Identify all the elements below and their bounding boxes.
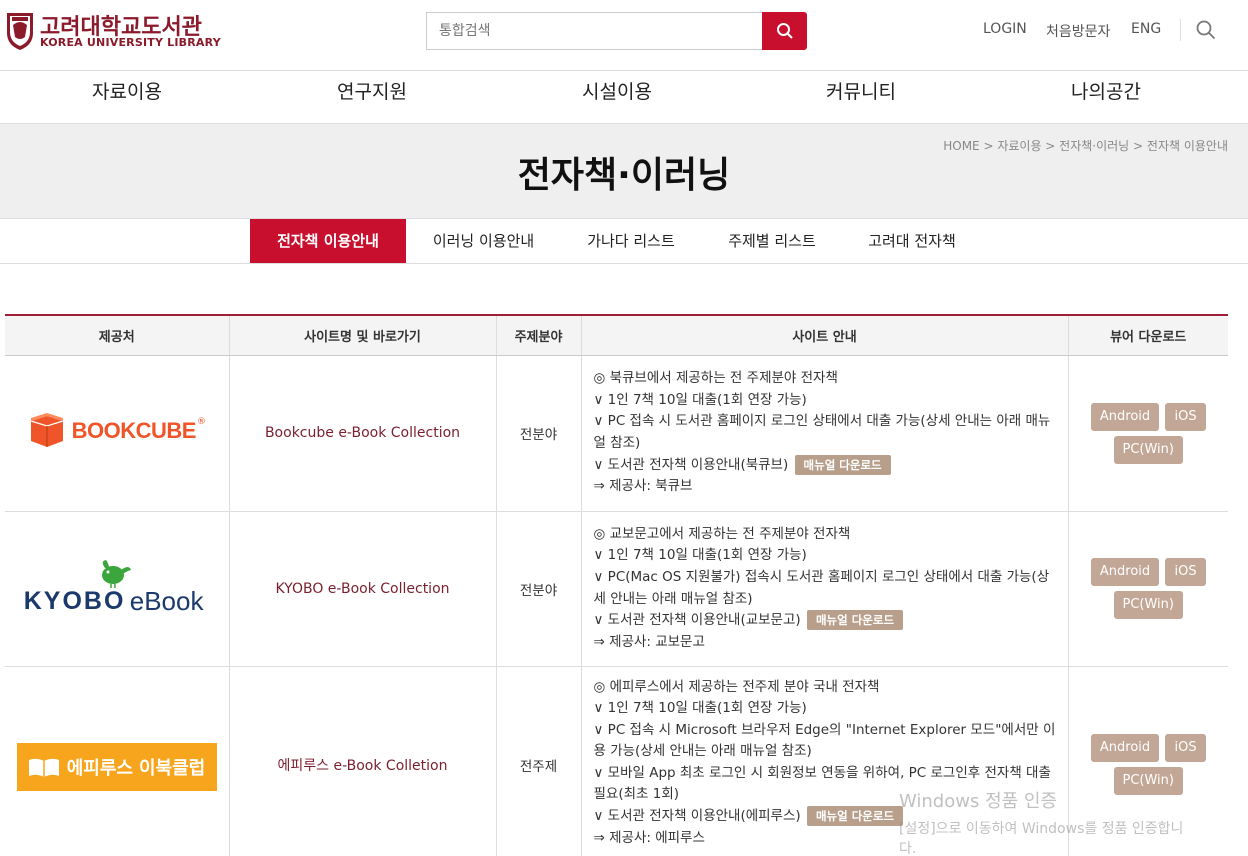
ios-download-button[interactable]: iOS [1165, 558, 1206, 586]
subject-field-text: 전주제 [519, 758, 558, 775]
login-link[interactable]: LOGIN [983, 21, 1027, 37]
site-name-link[interactable]: 에피루스 e-Book Colletion [228, 665, 497, 856]
guide-line: ◎ 교보문고에서 제공하는 전 주제분야 전자책 [593, 525, 851, 542]
open-book-icon [28, 758, 59, 777]
column-header-site-name: 사이트명 및 바로가기 [228, 315, 497, 356]
library-logo[interactable]: 고려대학교도서관 KOREA UNIVERSITY LIBRARY [4, 9, 221, 53]
guide-line-with-manual: ∨ 도서관 전자책 이용안내(교보문고) 매뉴얼 다운로드 [594, 610, 1056, 632]
nav-item-community[interactable]: 커뮤니티 [826, 71, 896, 124]
viewer-download-cell: Android iOS PC(Win) [1067, 510, 1228, 667]
table-row: BOOKCUBE ® Bookcube e-Book Collection 전분… [5, 354, 1228, 512]
kyobo-ebook-logo[interactable]: KYOBO eBook [24, 558, 210, 616]
table-row: KYOBO eBook KYOBO e-Book Collection 전분야 … [5, 510, 1228, 667]
subject-field: 전분야 [495, 354, 582, 512]
kyobo-logo-text: KYOBO [23, 586, 126, 615]
header-search-button[interactable] [1196, 20, 1216, 44]
guide-line-with-manual: ∨ 도서관 전자책 이용안내(북큐브) 매뉴얼 다운로드 [593, 454, 1056, 477]
tab-ku-ebook[interactable]: 고려대 전자책 [852, 219, 972, 263]
ios-download-button[interactable]: iOS [1165, 402, 1206, 431]
ebookclub-logo-text: 이북클럽 [139, 757, 206, 779]
manual-download-button[interactable]: 매뉴얼 다운로드 [794, 454, 891, 475]
guide-line-text: ∨ 도서관 전자책 이용안내(북큐브) [593, 456, 789, 473]
android-download-button[interactable]: Android [1090, 558, 1160, 586]
provider-logo-cell: BOOKCUBE ® [5, 354, 230, 512]
pc-windows-download-button[interactable]: PC(Win) [1113, 591, 1183, 619]
bookcube-logo[interactable]: BOOKCUBE ® [28, 413, 206, 449]
header-divider [1180, 19, 1181, 41]
site-guide: ◎ 교보문고에서 제공하는 전 주제분야 전자책 ∨ 1인 7책 10일 대출(… [580, 510, 1069, 667]
site-name-text: 에피루스 e-Book Colletion [277, 757, 448, 774]
ebook-provider-table-wrap: 제공처 사이트명 및 바로가기 주제분야 사이트 안내 뷰어 다운로드 BOOK… [5, 314, 1228, 856]
university-crest-icon [7, 13, 33, 50]
site-name-link[interactable]: KYOBO e-Book Collection [228, 510, 497, 667]
guide-line: ∨ PC 접속 시 Microsoft 브라우저 Edge의 "Internet… [593, 721, 1056, 760]
manual-download-button[interactable]: 매뉴얼 다운로드 [806, 806, 904, 827]
page-title-band: 전자책·이러닝 HOME > 자료이용 > 전자책·이러닝 > 전자책 이용안내 [0, 124, 1248, 219]
guide-line: ∨ PC 접속 시 도서관 홈페이지 로그인 상태에서 대출 가능(상세 안내는… [593, 413, 1051, 451]
guide-line: ⇒ 제공사: 북큐브 [593, 478, 693, 495]
subject-field: 전주제 [495, 665, 582, 856]
guide-line: ∨ PC(Mac OS 지원불가) 접속시 도서관 홈페이지 로그인 상태에서 … [593, 568, 1050, 607]
nav-item-research[interactable]: 연구지원 [337, 71, 407, 124]
guide-line: ∨ 1인 7책 10일 대출(1회 연장 가능) [593, 700, 807, 717]
guide-line: ∨ 1인 7책 10일 대출(1회 연장 가능) [593, 547, 807, 564]
guide-line: ⇒ 제공사: 에피루스 [593, 829, 705, 846]
table-row: 에피루스 이북클럽 에피루스 e-Book Colletion 전주제 ◎ 에피… [5, 665, 1228, 856]
kyobo-bird-icon [101, 559, 131, 588]
table-header-row: 제공처 사이트명 및 바로가기 주제분야 사이트 안내 뷰어 다운로드 [5, 315, 1228, 356]
tab-alphabetical-list[interactable]: 가나다 리스트 [570, 219, 692, 263]
column-header-provider: 제공처 [5, 315, 230, 356]
bookcube-logo-text: BOOKCUBE [71, 418, 197, 443]
ebook-logo-text: eBook [129, 585, 204, 616]
guide-line: ∨ 모바일 App 최초 로그인 시 회원정보 연동을 위하여, PC 로그인후… [593, 764, 1051, 803]
tab-subject-list[interactable]: 주제별 리스트 [712, 219, 832, 263]
first-visit-link[interactable]: 처음방문자 [1046, 21, 1110, 41]
main-navigation: 자료이용 연구지원 시설이용 커뮤니티 나의공간 [0, 71, 1248, 124]
search-icon [1196, 20, 1216, 40]
site-name-link[interactable]: Bookcube e-Book Collection [228, 354, 497, 512]
tab-elearning-guide[interactable]: 이러닝 이용안내 [417, 219, 550, 263]
pc-windows-download-button[interactable]: PC(Win) [1113, 766, 1183, 795]
nav-item-my-space[interactable]: 나의공간 [1071, 71, 1141, 124]
column-header-site-guide: 사이트 안내 [580, 315, 1069, 356]
search-icon [776, 23, 793, 39]
breadcrumb: HOME > 자료이용 > 전자책·이러닝 > 전자책 이용안내 [943, 139, 1228, 153]
logo-english-text: KOREA UNIVERSITY LIBRARY [40, 36, 221, 49]
viewer-download-cell: Android iOS PC(Win) [1067, 665, 1228, 856]
ebook-provider-table: 제공처 사이트명 및 바로가기 주제분야 사이트 안내 뷰어 다운로드 BOOK… [5, 314, 1228, 856]
pc-windows-download-button[interactable]: PC(Win) [1113, 435, 1183, 464]
provider-logo-cell: KYOBO eBook [5, 510, 230, 667]
search-button[interactable] [762, 12, 807, 50]
english-link[interactable]: ENG [1131, 21, 1161, 37]
guide-line-text: ∨ 도서관 전자책 이용안내(에피루스) [593, 808, 801, 825]
search-bar [426, 12, 807, 50]
bookcube-cube-icon [30, 413, 63, 447]
column-header-subject: 주제분야 [495, 315, 582, 356]
android-download-button[interactable]: Android [1090, 733, 1160, 762]
provider-logo-cell: 에피루스 이북클럽 [5, 665, 230, 856]
epyrus-logo-text: 에피루스 [66, 757, 133, 779]
subject-field: 전분야 [495, 510, 582, 667]
android-download-button[interactable]: Android [1090, 402, 1160, 431]
guide-line: ⇒ 제공사: 교보문고 [593, 633, 705, 650]
ios-download-button[interactable]: iOS [1165, 733, 1206, 762]
guide-line: ◎ 에피루스에서 제공하는 전주제 분야 국내 전자책 [593, 678, 880, 695]
search-input[interactable] [426, 12, 763, 50]
nav-item-materials[interactable]: 자료이용 [92, 71, 162, 124]
tab-ebook-guide[interactable]: 전자책 이용안내 [250, 219, 406, 263]
site-header: 고려대학교도서관 KOREA UNIVERSITY LIBRARY LOGIN … [0, 0, 1248, 71]
sub-tabs: 전자책 이용안내 이러닝 이용안내 가나다 리스트 주제별 리스트 고려대 전자… [0, 219, 1248, 264]
guide-line: ◎ 북큐브에서 제공하는 전 주제분야 전자책 [593, 370, 838, 387]
viewer-download-cell: Android iOS PC(Win) [1067, 354, 1228, 512]
guide-line-text: ∨ 도서관 전자책 이용안내(교보문고) [593, 612, 801, 629]
epyrus-ebookclub-logo[interactable]: 에피루스 이북클럽 [16, 742, 217, 791]
guide-line: ∨ 1인 7책 10일 대출(1회 연장 가능) [593, 391, 807, 408]
manual-download-button[interactable]: 매뉴얼 다운로드 [806, 610, 904, 631]
nav-item-facilities[interactable]: 시설이용 [582, 71, 652, 124]
site-guide: ◎ 에피루스에서 제공하는 전주제 분야 국내 전자책 ∨ 1인 7책 10일 … [580, 665, 1069, 856]
registered-mark: ® [196, 417, 206, 427]
site-guide: ◎ 북큐브에서 제공하는 전 주제분야 전자책 ∨ 1인 7책 10일 대출(1… [580, 354, 1069, 512]
guide-line-with-manual: ∨ 도서관 전자책 이용안내(에피루스) 매뉴얼 다운로드 [594, 806, 1056, 828]
column-header-viewer-download: 뷰어 다운로드 [1067, 315, 1228, 356]
